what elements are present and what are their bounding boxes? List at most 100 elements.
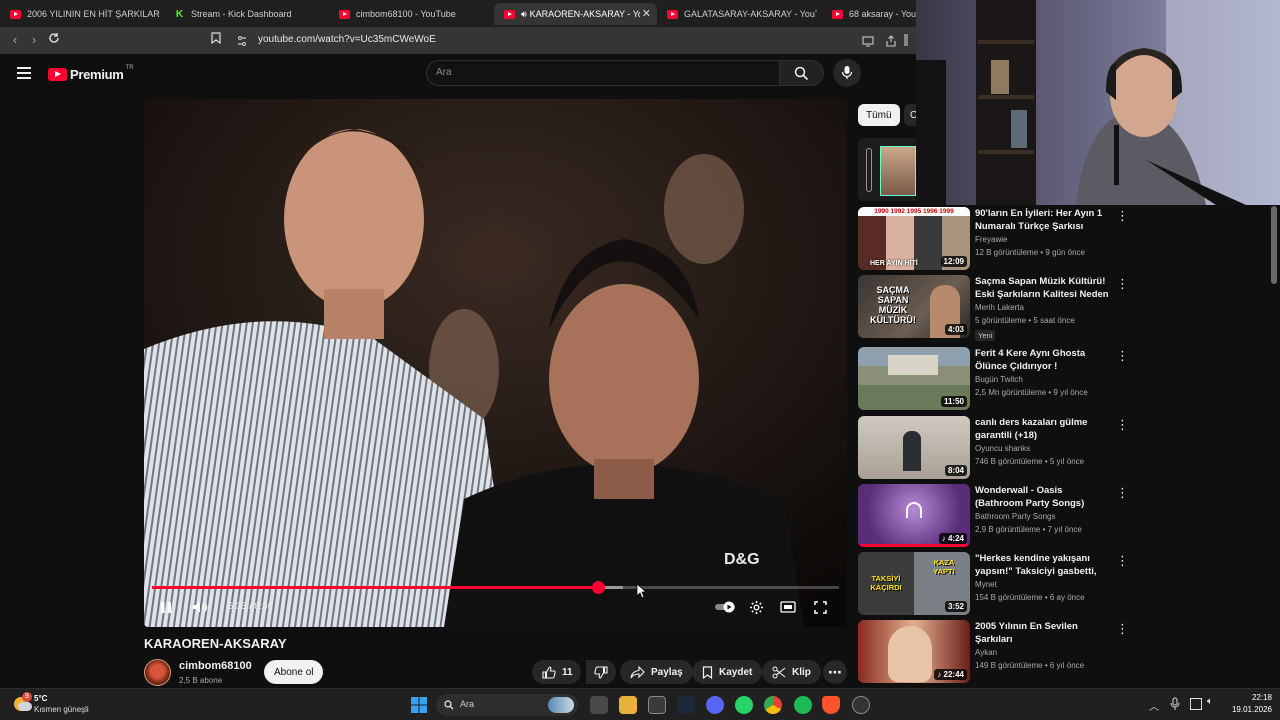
youtube-icon [339, 9, 350, 19]
more-vertical-icon[interactable]: ⋮ [1116, 349, 1129, 363]
share-page-icon[interactable] [885, 34, 897, 52]
clock-time[interactable]: 22:18 [1236, 693, 1272, 702]
recommendation-channel: Mynet [975, 580, 997, 589]
weather-desc: Kısmen güneşli [34, 705, 89, 714]
steam-icon[interactable] [677, 696, 695, 714]
video-player[interactable]: D&G 5:35 / 8:36 [144, 99, 847, 627]
dislike-button[interactable] [586, 660, 616, 684]
tab-title: GALATASARAY-AKSARAY - YouTube [684, 9, 817, 19]
back-icon[interactable]: ‹ [6, 31, 24, 49]
kick-icon: K [174, 8, 185, 20]
fullscreen-button[interactable] [809, 596, 831, 618]
microphone-tray-icon[interactable] [1170, 697, 1180, 711]
webcam-feed [916, 0, 1280, 205]
address-bar[interactable]: youtube.com/watch?v=Uc35mCWeWoE [228, 30, 908, 51]
obs-icon[interactable] [852, 696, 870, 714]
search-button[interactable] [780, 60, 824, 86]
recommendation-title: "Herkes kendine yakışanı yapsın!" Taksic… [975, 553, 1097, 577]
recommendation-title: canlı ders kazaları gülme garantili (+18… [975, 417, 1088, 441]
pause-icon [161, 601, 171, 613]
view-count: 149 B görüntüleme [975, 661, 1043, 670]
taskbar-search[interactable]: Ara [436, 694, 578, 716]
bookmark-icon[interactable] [207, 31, 225, 49]
subscribe-button[interactable]: Abone ol [264, 660, 324, 684]
mute-button[interactable] [189, 596, 211, 618]
browser-tab[interactable]: 68 aksaray - YouTub [822, 3, 916, 25]
channel-name[interactable]: cimbom68100 [179, 660, 252, 672]
recommendation-channel: Bathroom Party Songs [975, 512, 1056, 521]
theater-mode-button[interactable] [777, 596, 799, 618]
store-icon[interactable] [648, 696, 666, 714]
speaker-tray-icon[interactable]: 🔈︎ [1207, 696, 1213, 707]
browser-tab[interactable]: GALATASARAY-AKSARAY - YouTube [657, 3, 817, 25]
whatsapp-icon[interactable] [735, 696, 753, 714]
recommendation-item[interactable]: TAKSİYİ KAÇIRDI KAZA YAPTI 3:52 "Herkes … [858, 552, 1148, 616]
recommendation-item[interactable]: 1990 1992 1995 1996 1999 HER AYIN HİTİ 1… [858, 207, 1148, 271]
voice-search-button[interactable] [833, 59, 861, 87]
pause-button[interactable] [155, 596, 177, 618]
upload-age: 5 yıl önce [1049, 457, 1085, 466]
browser-tab[interactable]: 2006 YILININ EN HİT ŞARKILARI - You [0, 3, 160, 25]
site-info-icon[interactable] [236, 34, 248, 52]
save-button[interactable]: Kaydet [692, 660, 763, 684]
autoplay-toggle[interactable] [713, 596, 737, 618]
task-view-icon[interactable] [590, 696, 608, 714]
more-actions-button[interactable]: ⋯ [823, 660, 847, 684]
youtube-premium-logo[interactable]: Premium TR [48, 65, 134, 83]
recommendation-channel: Aykan [975, 648, 998, 657]
share-icon [630, 665, 645, 678]
more-vertical-icon[interactable]: ⋮ [1116, 277, 1129, 291]
chrome-icon[interactable] [764, 696, 782, 714]
more-vertical-icon[interactable]: ⋮ [1116, 209, 1129, 223]
weather-widget[interactable]: 9 [12, 692, 32, 714]
recommendation-partial[interactable] [858, 138, 916, 201]
more-vertical-icon[interactable]: ⋮ [1116, 418, 1129, 432]
forward-icon[interactable]: › [25, 31, 43, 49]
recommendation-item[interactable]: ♪ 4:24 Wonderwall - Oasis (Bathroom Part… [858, 484, 1148, 548]
search-placeholder: Ara [436, 67, 452, 78]
recommendation-item[interactable]: 11:50 Ferit 4 Kere Aynı Ghosta Ölünce Çı… [858, 347, 1148, 411]
discord-icon[interactable] [706, 696, 724, 714]
file-explorer-icon[interactable] [619, 696, 637, 714]
spotify-icon[interactable] [794, 696, 812, 714]
more-vertical-icon[interactable]: ⋮ [1116, 622, 1129, 636]
browser-tab[interactable]: cimbom68100 - YouTube [329, 3, 489, 25]
clock-date[interactable]: 19.01.2026 [1224, 705, 1272, 714]
subscriber-count: 2,5 B abone [179, 676, 223, 685]
notification-badge: 9 [22, 692, 32, 702]
more-vertical-icon[interactable]: ⋮ [1116, 554, 1129, 568]
extension-icon[interactable] [904, 34, 908, 46]
more-horizontal-icon: ⋯ [828, 663, 842, 680]
menu-icon[interactable] [17, 67, 31, 79]
share-button[interactable]: Paylaş [620, 660, 693, 684]
more-vertical-icon[interactable]: ⋮ [1116, 486, 1129, 500]
thumbnail-face [888, 626, 932, 682]
brave-icon[interactable] [822, 696, 840, 714]
recommendation-item[interactable]: SAÇMA SAPAN MÜZİK KÜLTÜRÜ! 4:03 Saçma Sa… [858, 275, 1148, 341]
channel-avatar[interactable] [144, 659, 171, 686]
chevron-up-icon[interactable]: ︿ [1149, 698, 1159, 713]
save-label: Kaydet [719, 666, 753, 678]
duration-badge: 4:03 [944, 324, 967, 335]
thumbnail-building [888, 355, 938, 375]
scrollbar[interactable] [1271, 206, 1277, 284]
cast-icon[interactable] [862, 34, 874, 52]
settings-button[interactable] [745, 596, 767, 618]
reload-icon[interactable] [45, 31, 63, 49]
recommendation-item[interactable]: ♪ 22:44 2005 Yılının En Sevilen Şarkılar… [858, 620, 1148, 684]
close-tab-icon[interactable]: ✕ [642, 7, 651, 20]
recommendation-item[interactable]: 8:04 canlı ders kazaları gülme garantili… [858, 416, 1148, 480]
display-tray-icon[interactable] [1190, 698, 1202, 710]
search-input[interactable]: Ara [426, 60, 780, 86]
browser-tab-active[interactable]: 🔊︎ KARAOREN-AKSARAY - YouTu ✕ [494, 3, 657, 25]
clip-button[interactable]: Klip [762, 660, 821, 684]
like-button[interactable]: 11 [532, 660, 581, 684]
windows-start-icon[interactable] [410, 696, 428, 714]
chip-all[interactable]: Tümü [858, 104, 900, 126]
youtube-header: Premium TR Ara [0, 54, 916, 94]
thumbnail: ♪ 22:44 [858, 620, 970, 683]
seek-handle[interactable] [591, 581, 605, 594]
svg-text:D&G: D&G [724, 551, 760, 568]
browser-tab[interactable]: K Stream - Kick Dashboard [164, 3, 324, 25]
seek-bar[interactable] [152, 581, 839, 594]
